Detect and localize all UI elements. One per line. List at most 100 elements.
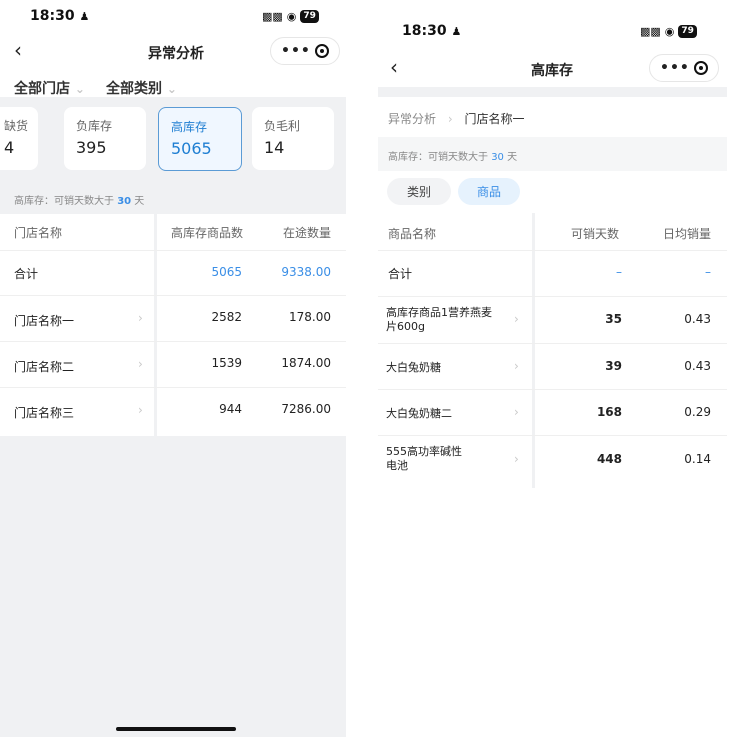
chevron-down-icon: ⌄	[166, 82, 177, 96]
row-daily: 0.14	[684, 452, 711, 466]
card-label: 缺货	[4, 119, 29, 133]
status-time-text: 18:30	[30, 8, 75, 24]
note-suffix: 天	[507, 152, 518, 163]
person-icon: ♟	[79, 10, 90, 23]
card-negative-stock[interactable]: 负库存 395	[64, 107, 146, 170]
table-row[interactable]: 门店名称三 › 944 7286.00	[0, 388, 346, 436]
card-label: 高库存	[171, 120, 208, 134]
row-days: 35	[605, 312, 622, 326]
row-transit: 178.00	[289, 310, 331, 324]
total-label: 合计	[14, 267, 39, 281]
note-days: 30	[117, 196, 132, 207]
card-value: 5065	[171, 139, 212, 158]
chevron-right-icon: ›	[138, 311, 143, 325]
row-transit: 1874.00	[281, 356, 331, 370]
page-title: 高库存	[531, 63, 573, 79]
close-target-icon[interactable]	[693, 61, 708, 75]
capsule-menu: •••	[270, 37, 340, 65]
row-count: 2582	[211, 310, 242, 324]
more-icon[interactable]: •••	[660, 60, 690, 76]
product-name-line1: 555高功率碱性	[386, 445, 462, 458]
card-value: 14	[264, 138, 285, 157]
wifi-icon: ◉	[664, 25, 675, 38]
table-row[interactable]: 大白兔奶糖二 › 168 0.29	[378, 390, 727, 435]
row-transit: 7286.00	[281, 402, 331, 416]
row-daily: 0.43	[684, 359, 711, 373]
row-count: 1539	[211, 356, 242, 370]
table-row-total: 合计 5065 9338.00	[0, 251, 346, 295]
chevron-down-icon: ⌄	[74, 82, 85, 96]
chevron-right-icon: ›	[514, 359, 519, 373]
breadcrumb-root[interactable]: 异常分析	[388, 112, 436, 126]
product-name-line2: 片600g	[386, 320, 425, 333]
person-icon: ♟	[451, 25, 462, 38]
header-product-name: 商品名称	[388, 227, 437, 241]
tab-product[interactable]: 商品	[458, 178, 520, 205]
card-stockout[interactable]: 缺货 4	[0, 107, 38, 170]
chevron-right-icon: ›	[514, 452, 519, 466]
store-name: 门店名称二	[14, 360, 75, 374]
total-days: –	[616, 265, 622, 279]
section-gap	[378, 87, 727, 97]
table-row[interactable]: 大白兔奶糖 › 39 0.43	[378, 344, 727, 389]
row-daily: 0.43	[684, 312, 711, 326]
filter-category[interactable]: 全部类别 ⌄	[106, 78, 177, 98]
back-button[interactable]: ‹	[390, 55, 398, 79]
right-screen: 18:30 ♟ ▩▩ ◉ 79 ‹ 高库存 ••• 异常分析 › 门店名称一 高…	[378, 0, 727, 490]
table-row[interactable]: 门店名称一 › 2582 178.00	[0, 296, 346, 341]
card-value: 395	[76, 138, 107, 157]
note-prefix: 高库存：可销天数大于	[388, 152, 488, 163]
header-sellable-days: 可销天数	[571, 227, 620, 241]
status-time: 18:30 ♟	[30, 8, 89, 24]
filter-store[interactable]: 全部门店 ⌄	[14, 78, 85, 98]
row-days: 448	[596, 452, 622, 466]
chevron-right-icon: ›	[447, 112, 453, 126]
card-high-stock[interactable]: 高库存 5065	[158, 107, 242, 171]
breadcrumb: 异常分析 › 门店名称一	[388, 110, 525, 127]
breadcrumb-current: 门店名称一	[464, 112, 525, 126]
product-name: 高库存商品1营养燕麦 片600g	[386, 306, 492, 334]
status-time: 18:30 ♟	[402, 23, 461, 39]
product-name-line2: 电池	[386, 459, 408, 472]
row-days: 39	[605, 359, 622, 373]
more-icon[interactable]: •••	[281, 43, 311, 59]
tab-category[interactable]: 类别	[387, 178, 451, 205]
battery-icon: 79	[678, 25, 697, 38]
chevron-right-icon: ›	[514, 405, 519, 419]
back-button[interactable]: ‹	[14, 38, 22, 62]
row-daily: 0.29	[684, 405, 711, 419]
table-row[interactable]: 555高功率碱性 电池 › 448 0.14	[378, 436, 727, 486]
product-name: 大白兔奶糖二	[386, 407, 452, 420]
card-label: 负库存	[76, 119, 113, 133]
card-negative-margin[interactable]: 负毛利 14	[252, 107, 334, 170]
wifi-icon: ◉	[286, 10, 297, 23]
status-icons: ▩▩ ◉ 79	[640, 25, 697, 38]
card-label: 负毛利	[264, 119, 301, 133]
total-transit: 9338.00	[281, 265, 331, 279]
total-label: 合计	[388, 267, 413, 281]
note-prefix: 高库存：可销天数大于	[14, 196, 114, 207]
signal-icon: ▩▩	[262, 10, 283, 23]
header-daily-sales: 日均销量	[663, 227, 712, 241]
table-row[interactable]: 高库存商品1营养燕麦 片600g › 35 0.43	[378, 297, 727, 343]
close-target-icon[interactable]	[314, 44, 329, 58]
table-row[interactable]: 门店名称二 › 1539 1874.00	[0, 342, 346, 387]
home-indicator	[116, 727, 236, 731]
card-value: 4	[4, 138, 15, 157]
empty-area	[0, 436, 346, 737]
store-name: 门店名称三	[14, 406, 75, 420]
product-name: 大白兔奶糖	[386, 361, 441, 374]
battery-icon: 79	[300, 10, 319, 23]
header-high-stock-count: 高库存商品数	[171, 226, 244, 240]
left-screen: 18:30 ♟ ▩▩ ◉ 79 ‹ 异常分析 ••• 全部门店 ⌄ 全部类别 ⌄…	[0, 0, 346, 737]
filter-category-label: 全部类别	[106, 81, 162, 97]
note-suffix: 天	[134, 196, 145, 207]
product-name-line1: 高库存商品1营养燕麦	[386, 306, 492, 319]
status-time-text: 18:30	[402, 23, 447, 39]
page-title: 异常分析	[148, 46, 204, 62]
high-stock-note: 高库存：可销天数大于 30 天	[14, 192, 144, 207]
row-days: 168	[596, 405, 622, 419]
note-days: 30	[491, 152, 504, 163]
total-count: 5065	[211, 265, 242, 279]
table-row-total: 合计 – –	[378, 251, 727, 296]
